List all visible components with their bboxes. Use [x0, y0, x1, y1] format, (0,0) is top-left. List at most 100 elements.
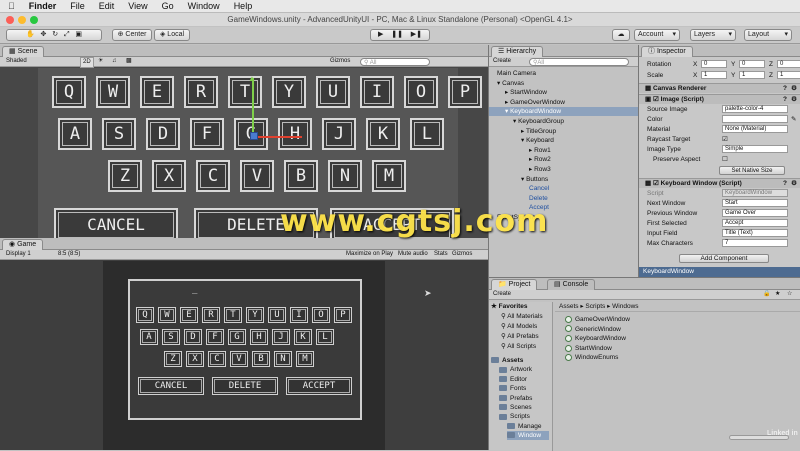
- next-window-dropdown[interactable]: Start: [722, 199, 788, 207]
- scene-key-e[interactable]: E: [140, 76, 174, 108]
- favorite-item[interactable]: ⚲ All Prefabs: [501, 332, 539, 341]
- game-button-delete[interactable]: DELETE: [212, 377, 278, 395]
- gear-icon[interactable]: ⚙: [791, 95, 797, 104]
- game-key-f[interactable]: F: [206, 329, 224, 345]
- project-folder[interactable]: Scripts: [499, 412, 530, 421]
- script-file[interactable]: KeyboardWindow: [565, 334, 626, 343]
- breadcrumb-assets[interactable]: Assets: [559, 303, 579, 310]
- hierarchy-create-dropdown[interactable]: Create: [493, 57, 511, 66]
- zoom-window-icon[interactable]: [30, 16, 38, 24]
- lock-icon[interactable]: 🔒: [763, 290, 770, 299]
- gear-icon[interactable]: ⚙: [791, 179, 797, 188]
- game-key-o[interactable]: O: [312, 307, 330, 323]
- breadcrumb-windows[interactable]: Windows: [612, 303, 638, 310]
- menu-edit[interactable]: Edit: [99, 1, 115, 11]
- add-component-button[interactable]: Add Component: [679, 254, 769, 263]
- tab-project[interactable]: 📁 Project: [491, 279, 538, 290]
- pause-icon[interactable]: ❚❚: [391, 31, 403, 38]
- image-enabled-checkbox[interactable]: ☑: [653, 96, 659, 103]
- mode-2d-toggle[interactable]: 2D: [80, 57, 94, 68]
- keyboard-window-enabled-checkbox[interactable]: ☑: [653, 180, 659, 187]
- scene-key-r[interactable]: R: [184, 76, 218, 108]
- hierarchy-item[interactable]: ▸ StartWindow: [489, 88, 639, 97]
- project-create-dropdown[interactable]: Create: [493, 290, 511, 299]
- tab-console[interactable]: ▤ Console: [547, 279, 596, 290]
- scene-key-z[interactable]: Z: [108, 160, 142, 192]
- scene-key-l[interactable]: L: [410, 118, 444, 150]
- help-icon[interactable]: ?: [783, 179, 787, 188]
- move-gizmo-x-axis[interactable]: [252, 136, 302, 138]
- tab-hierarchy[interactable]: ☰ Hierarchy: [491, 46, 544, 57]
- scene-key-k[interactable]: K: [366, 118, 400, 150]
- scene-key-a[interactable]: A: [58, 118, 92, 150]
- scene-button-cancel[interactable]: CANCEL: [54, 208, 178, 242]
- help-icon[interactable]: ?: [783, 84, 787, 93]
- game-key-z[interactable]: Z: [164, 351, 182, 367]
- scene-key-w[interactable]: W: [96, 76, 130, 108]
- input-field-field[interactable]: Title (Text): [722, 229, 788, 237]
- aspect-dropdown[interactable]: 8:5 (8:5): [58, 250, 80, 259]
- hierarchy-item[interactable]: ▾ Canvas: [489, 79, 639, 88]
- canvas-renderer-header[interactable]: ▦ Canvas Renderer ? ⚙: [639, 83, 800, 93]
- script-file[interactable]: WindowEnums: [565, 353, 618, 362]
- pivot-local-button[interactable]: ◈ Local: [154, 29, 190, 41]
- menu-window[interactable]: Window: [188, 1, 220, 11]
- menu-view[interactable]: View: [128, 1, 147, 11]
- account-dropdown[interactable]: Account ▾: [634, 29, 680, 41]
- scene-key-q[interactable]: Q: [52, 76, 86, 108]
- scene-key-n[interactable]: N: [328, 160, 362, 192]
- stats-toggle[interactable]: Stats: [434, 250, 448, 259]
- rotation-y-field[interactable]: 0: [739, 60, 765, 68]
- scale-tool-icon[interactable]: ⤢: [64, 31, 70, 38]
- game-gizmos-dropdown[interactable]: Gizmos: [452, 250, 472, 259]
- mute-audio-toggle[interactable]: Mute audio: [398, 250, 428, 259]
- game-button-cancel[interactable]: CANCEL: [138, 377, 204, 395]
- project-folder[interactable]: Editor: [499, 375, 527, 384]
- move-gizmo-y-axis[interactable]: [252, 78, 254, 138]
- star-icon[interactable]: ☆: [787, 290, 792, 299]
- menu-file[interactable]: File: [70, 1, 85, 11]
- game-key-u[interactable]: U: [268, 307, 286, 323]
- scene-key-o[interactable]: O: [404, 76, 438, 108]
- hierarchy-item[interactable]: ▸ TitleGroup: [489, 127, 639, 136]
- scene-key-h[interactable]: H: [278, 118, 312, 150]
- game-key-i[interactable]: I: [290, 307, 308, 323]
- scene-search-input[interactable]: ⚲ All: [360, 58, 430, 66]
- scene-key-d[interactable]: D: [146, 118, 180, 150]
- preserve-aspect-checkbox[interactable]: ☐: [722, 155, 728, 164]
- rotation-x-field[interactable]: 0: [701, 60, 727, 68]
- effects-icon[interactable]: ▩: [126, 57, 132, 66]
- scene-key-x[interactable]: X: [152, 160, 186, 192]
- menu-help[interactable]: Help: [234, 1, 253, 11]
- display-dropdown[interactable]: Display 1: [6, 250, 31, 259]
- hierarchy-item[interactable]: ▸ GameOverWindow: [489, 98, 639, 107]
- hierarchy-item[interactable]: ▸ Row2: [489, 155, 639, 164]
- scene-key-s[interactable]: S: [102, 118, 136, 150]
- scene-key-m[interactable]: M: [372, 160, 406, 192]
- lighting-icon[interactable]: ☀: [98, 57, 103, 66]
- hierarchy-item[interactable]: ▾ KeyboardGroup: [489, 117, 639, 126]
- game-key-j[interactable]: J: [272, 329, 290, 345]
- favorite-item[interactable]: ⚲ All Scripts: [501, 342, 536, 351]
- scene-key-t[interactable]: T: [228, 76, 262, 108]
- hierarchy-item[interactable]: ▾ Buttons: [489, 175, 639, 184]
- help-icon[interactable]: ?: [783, 95, 787, 104]
- layout-dropdown[interactable]: Layout ▾: [744, 29, 792, 41]
- scale-x-field[interactable]: 1: [701, 71, 727, 79]
- set-native-size-button[interactable]: Set Native Size: [719, 166, 785, 175]
- rotate-tool-icon[interactable]: ↻: [52, 31, 58, 38]
- hand-tool-icon[interactable]: ✋: [26, 31, 35, 38]
- menu-finder[interactable]: Finder: [29, 1, 57, 11]
- game-key-q[interactable]: Q: [136, 307, 154, 323]
- gizmo-center-handle[interactable]: [250, 132, 258, 140]
- game-key-h[interactable]: H: [250, 329, 268, 345]
- hierarchy-item[interactable]: ▸ Row3: [489, 165, 639, 174]
- game-viewport[interactable]: _ Q W E R T Y U I O P A S D F G H J K L Z X C V B N M CANCEL DELETE…: [103, 261, 385, 450]
- keyboard-window-component-header[interactable]: ▦ ☑ Keyboard Window (Script) ? ⚙: [639, 178, 800, 188]
- max-characters-field[interactable]: 7: [722, 239, 788, 247]
- hierarchy-item[interactable]: ▸ Row1: [489, 146, 639, 155]
- favorite-item[interactable]: ⚲ All Models: [501, 322, 537, 331]
- layers-dropdown[interactable]: Layers ▾: [690, 29, 736, 41]
- scene-key-u[interactable]: U: [316, 76, 350, 108]
- material-field[interactable]: None (Material): [722, 125, 788, 133]
